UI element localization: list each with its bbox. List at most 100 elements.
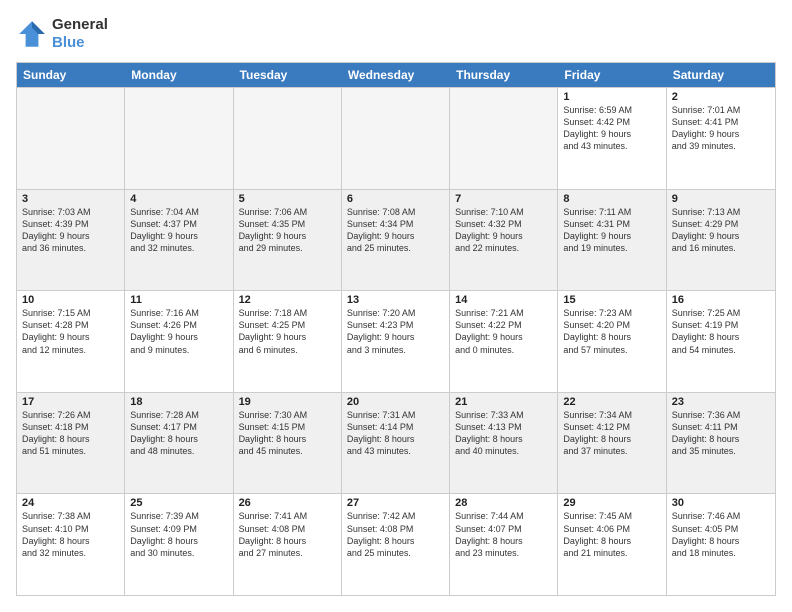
calendar-row-1: 1Sunrise: 6:59 AM Sunset: 4:42 PM Daylig…: [17, 87, 775, 189]
empty-cell: [17, 88, 125, 189]
day-info: Sunrise: 7:46 AM Sunset: 4:05 PM Dayligh…: [672, 510, 770, 559]
day-cell-9: 9Sunrise: 7:13 AM Sunset: 4:29 PM Daylig…: [667, 190, 775, 291]
day-number: 25: [130, 497, 227, 509]
weekday-header-sunday: Sunday: [17, 63, 125, 87]
day-cell-7: 7Sunrise: 7:10 AM Sunset: 4:32 PM Daylig…: [450, 190, 558, 291]
day-number: 23: [672, 396, 770, 408]
day-info: Sunrise: 7:20 AM Sunset: 4:23 PM Dayligh…: [347, 307, 444, 356]
day-info: Sunrise: 7:31 AM Sunset: 4:14 PM Dayligh…: [347, 409, 444, 458]
day-cell-5: 5Sunrise: 7:06 AM Sunset: 4:35 PM Daylig…: [234, 190, 342, 291]
day-number: 18: [130, 396, 227, 408]
day-number: 4: [130, 193, 227, 205]
day-info: Sunrise: 7:34 AM Sunset: 4:12 PM Dayligh…: [563, 409, 660, 458]
day-number: 15: [563, 294, 660, 306]
day-cell-4: 4Sunrise: 7:04 AM Sunset: 4:37 PM Daylig…: [125, 190, 233, 291]
logo: General Blue: [16, 16, 108, 52]
day-cell-2: 2Sunrise: 7:01 AM Sunset: 4:41 PM Daylig…: [667, 88, 775, 189]
day-number: 11: [130, 294, 227, 306]
day-info: Sunrise: 7:13 AM Sunset: 4:29 PM Dayligh…: [672, 206, 770, 255]
day-number: 21: [455, 396, 552, 408]
calendar: SundayMondayTuesdayWednesdayThursdayFrid…: [16, 62, 776, 596]
day-cell-22: 22Sunrise: 7:34 AM Sunset: 4:12 PM Dayli…: [558, 393, 666, 494]
page: General Blue SundayMondayTuesdayWednesda…: [0, 0, 792, 612]
day-cell-8: 8Sunrise: 7:11 AM Sunset: 4:31 PM Daylig…: [558, 190, 666, 291]
day-number: 14: [455, 294, 552, 306]
day-number: 20: [347, 396, 444, 408]
day-number: 29: [563, 497, 660, 509]
day-cell-25: 25Sunrise: 7:39 AM Sunset: 4:09 PM Dayli…: [125, 494, 233, 595]
day-number: 26: [239, 497, 336, 509]
day-info: Sunrise: 7:28 AM Sunset: 4:17 PM Dayligh…: [130, 409, 227, 458]
day-cell-19: 19Sunrise: 7:30 AM Sunset: 4:15 PM Dayli…: [234, 393, 342, 494]
day-cell-3: 3Sunrise: 7:03 AM Sunset: 4:39 PM Daylig…: [17, 190, 125, 291]
day-number: 12: [239, 294, 336, 306]
day-number: 27: [347, 497, 444, 509]
day-info: Sunrise: 7:42 AM Sunset: 4:08 PM Dayligh…: [347, 510, 444, 559]
empty-cell: [125, 88, 233, 189]
day-number: 19: [239, 396, 336, 408]
day-cell-30: 30Sunrise: 7:46 AM Sunset: 4:05 PM Dayli…: [667, 494, 775, 595]
day-cell-13: 13Sunrise: 7:20 AM Sunset: 4:23 PM Dayli…: [342, 291, 450, 392]
day-cell-28: 28Sunrise: 7:44 AM Sunset: 4:07 PM Dayli…: [450, 494, 558, 595]
day-cell-18: 18Sunrise: 7:28 AM Sunset: 4:17 PM Dayli…: [125, 393, 233, 494]
day-number: 1: [563, 91, 660, 103]
day-number: 13: [347, 294, 444, 306]
day-cell-23: 23Sunrise: 7:36 AM Sunset: 4:11 PM Dayli…: [667, 393, 775, 494]
day-info: Sunrise: 7:11 AM Sunset: 4:31 PM Dayligh…: [563, 206, 660, 255]
day-info: Sunrise: 7:23 AM Sunset: 4:20 PM Dayligh…: [563, 307, 660, 356]
header: General Blue: [16, 16, 776, 52]
calendar-row-2: 3Sunrise: 7:03 AM Sunset: 4:39 PM Daylig…: [17, 189, 775, 291]
day-info: Sunrise: 7:18 AM Sunset: 4:25 PM Dayligh…: [239, 307, 336, 356]
day-info: Sunrise: 7:21 AM Sunset: 4:22 PM Dayligh…: [455, 307, 552, 356]
day-info: Sunrise: 7:44 AM Sunset: 4:07 PM Dayligh…: [455, 510, 552, 559]
day-number: 22: [563, 396, 660, 408]
day-info: Sunrise: 7:06 AM Sunset: 4:35 PM Dayligh…: [239, 206, 336, 255]
day-number: 5: [239, 193, 336, 205]
empty-cell: [342, 88, 450, 189]
day-info: Sunrise: 7:41 AM Sunset: 4:08 PM Dayligh…: [239, 510, 336, 559]
weekday-header-monday: Monday: [125, 63, 233, 87]
calendar-header: SundayMondayTuesdayWednesdayThursdayFrid…: [17, 63, 775, 87]
day-info: Sunrise: 7:01 AM Sunset: 4:41 PM Dayligh…: [672, 104, 770, 153]
day-info: Sunrise: 7:30 AM Sunset: 4:15 PM Dayligh…: [239, 409, 336, 458]
day-number: 3: [22, 193, 119, 205]
day-cell-1: 1Sunrise: 6:59 AM Sunset: 4:42 PM Daylig…: [558, 88, 666, 189]
day-info: Sunrise: 7:10 AM Sunset: 4:32 PM Dayligh…: [455, 206, 552, 255]
day-info: Sunrise: 7:25 AM Sunset: 4:19 PM Dayligh…: [672, 307, 770, 356]
day-info: Sunrise: 7:16 AM Sunset: 4:26 PM Dayligh…: [130, 307, 227, 356]
weekday-header-friday: Friday: [558, 63, 666, 87]
day-number: 17: [22, 396, 119, 408]
day-cell-11: 11Sunrise: 7:16 AM Sunset: 4:26 PM Dayli…: [125, 291, 233, 392]
day-cell-29: 29Sunrise: 7:45 AM Sunset: 4:06 PM Dayli…: [558, 494, 666, 595]
day-info: Sunrise: 7:36 AM Sunset: 4:11 PM Dayligh…: [672, 409, 770, 458]
day-info: Sunrise: 6:59 AM Sunset: 4:42 PM Dayligh…: [563, 104, 660, 153]
empty-cell: [450, 88, 558, 189]
day-cell-20: 20Sunrise: 7:31 AM Sunset: 4:14 PM Dayli…: [342, 393, 450, 494]
day-cell-16: 16Sunrise: 7:25 AM Sunset: 4:19 PM Dayli…: [667, 291, 775, 392]
calendar-body: 1Sunrise: 6:59 AM Sunset: 4:42 PM Daylig…: [17, 87, 775, 595]
weekday-header-saturday: Saturday: [667, 63, 775, 87]
day-info: Sunrise: 7:03 AM Sunset: 4:39 PM Dayligh…: [22, 206, 119, 255]
day-info: Sunrise: 7:08 AM Sunset: 4:34 PM Dayligh…: [347, 206, 444, 255]
day-cell-27: 27Sunrise: 7:42 AM Sunset: 4:08 PM Dayli…: [342, 494, 450, 595]
day-number: 30: [672, 497, 770, 509]
weekday-header-tuesday: Tuesday: [234, 63, 342, 87]
day-cell-24: 24Sunrise: 7:38 AM Sunset: 4:10 PM Dayli…: [17, 494, 125, 595]
day-cell-10: 10Sunrise: 7:15 AM Sunset: 4:28 PM Dayli…: [17, 291, 125, 392]
day-cell-15: 15Sunrise: 7:23 AM Sunset: 4:20 PM Dayli…: [558, 291, 666, 392]
day-number: 7: [455, 193, 552, 205]
day-number: 2: [672, 91, 770, 103]
day-cell-26: 26Sunrise: 7:41 AM Sunset: 4:08 PM Dayli…: [234, 494, 342, 595]
day-info: Sunrise: 7:33 AM Sunset: 4:13 PM Dayligh…: [455, 409, 552, 458]
day-number: 16: [672, 294, 770, 306]
day-number: 10: [22, 294, 119, 306]
day-cell-14: 14Sunrise: 7:21 AM Sunset: 4:22 PM Dayli…: [450, 291, 558, 392]
day-number: 24: [22, 497, 119, 509]
day-info: Sunrise: 7:15 AM Sunset: 4:28 PM Dayligh…: [22, 307, 119, 356]
weekday-header-thursday: Thursday: [450, 63, 558, 87]
day-number: 9: [672, 193, 770, 205]
day-cell-21: 21Sunrise: 7:33 AM Sunset: 4:13 PM Dayli…: [450, 393, 558, 494]
logo-icon: [16, 18, 48, 50]
day-cell-12: 12Sunrise: 7:18 AM Sunset: 4:25 PM Dayli…: [234, 291, 342, 392]
day-number: 28: [455, 497, 552, 509]
